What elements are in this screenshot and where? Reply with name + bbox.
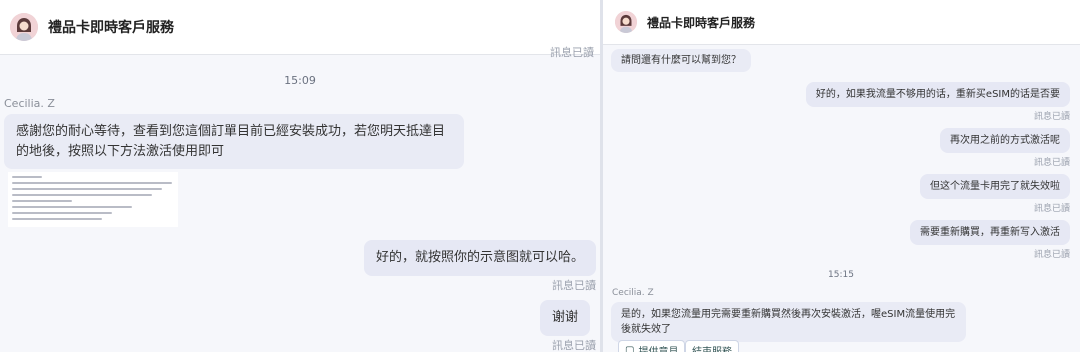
- avatar-icon: [10, 13, 38, 41]
- read-receipt: 訊息已讀: [1033, 250, 1070, 260]
- chat-header: 禮品卡即時客戶服務: [0, 0, 600, 55]
- read-receipt: 訊息已讀: [552, 339, 596, 352]
- read-receipt: 訊息已讀: [552, 279, 596, 292]
- chat-title: 禮品卡即時客戶服務: [647, 15, 756, 30]
- avatar-icon: [615, 11, 637, 33]
- agent-message: 是的，如果您流量用完需要重新購買然後再次安裝激活，喔eSIM流量使用完後就失效了: [611, 302, 966, 342]
- read-receipt: 訊息已讀: [1033, 204, 1070, 214]
- sender-name: Cecilia. Z: [612, 288, 654, 298]
- chat-panel-right: 禮品卡即時客戶服務 請問還有什麼可以幫到您？ 好的，如果我流量不够用的话，重新买…: [603, 0, 1080, 352]
- chat-panel-left: 禮品卡即時客戶服務 訊息已讀 15:09 Cecilia. Z 感謝您的耐心等待…: [0, 0, 600, 352]
- end-service-button[interactable]: 結束服務: [685, 340, 739, 352]
- user-message: 需要重新購買，再重新写入激活: [910, 220, 1070, 245]
- user-message: 好的，就按照你的示意图就可以哈。: [363, 240, 596, 276]
- timestamp: 15:15: [828, 270, 854, 280]
- user-message: 但这个流量卡用完了就失效啦: [920, 174, 1070, 199]
- timestamp: 15:09: [284, 74, 316, 87]
- chat-title: 禮品卡即時客戶服務: [48, 20, 174, 36]
- user-message: 谢谢: [539, 300, 590, 336]
- feedback-button[interactable]: ▢ 提供意見: [618, 340, 686, 352]
- chat-header: 禮品卡即時客戶服務: [603, 0, 1080, 45]
- feedback-icon: ▢: [625, 344, 635, 352]
- agent-avatar: [615, 11, 637, 33]
- feedback-button-label: 提供意見: [638, 346, 679, 352]
- end-service-button-label: 結束服務: [692, 346, 732, 352]
- sender-name: Cecilia. Z: [4, 97, 55, 110]
- read-receipt: 訊息已讀: [550, 46, 594, 59]
- agent-avatar: [10, 13, 38, 41]
- user-message: 再次用之前的方式激活呢: [940, 128, 1070, 153]
- read-receipt: 訊息已讀: [1033, 112, 1070, 122]
- agent-message: 請問還有什麼可以幫到您？: [611, 49, 751, 72]
- instruction-image-thumbnail[interactable]: [8, 172, 178, 227]
- read-receipt: 訊息已讀: [1033, 158, 1070, 168]
- agent-message: 感謝您的耐心等待，查看到您這個訂單目前已經安裝成功，若您明天抵達目的地後，按照以…: [4, 114, 464, 169]
- user-message: 好的，如果我流量不够用的话，重新买eSIM的话是否要: [805, 82, 1070, 107]
